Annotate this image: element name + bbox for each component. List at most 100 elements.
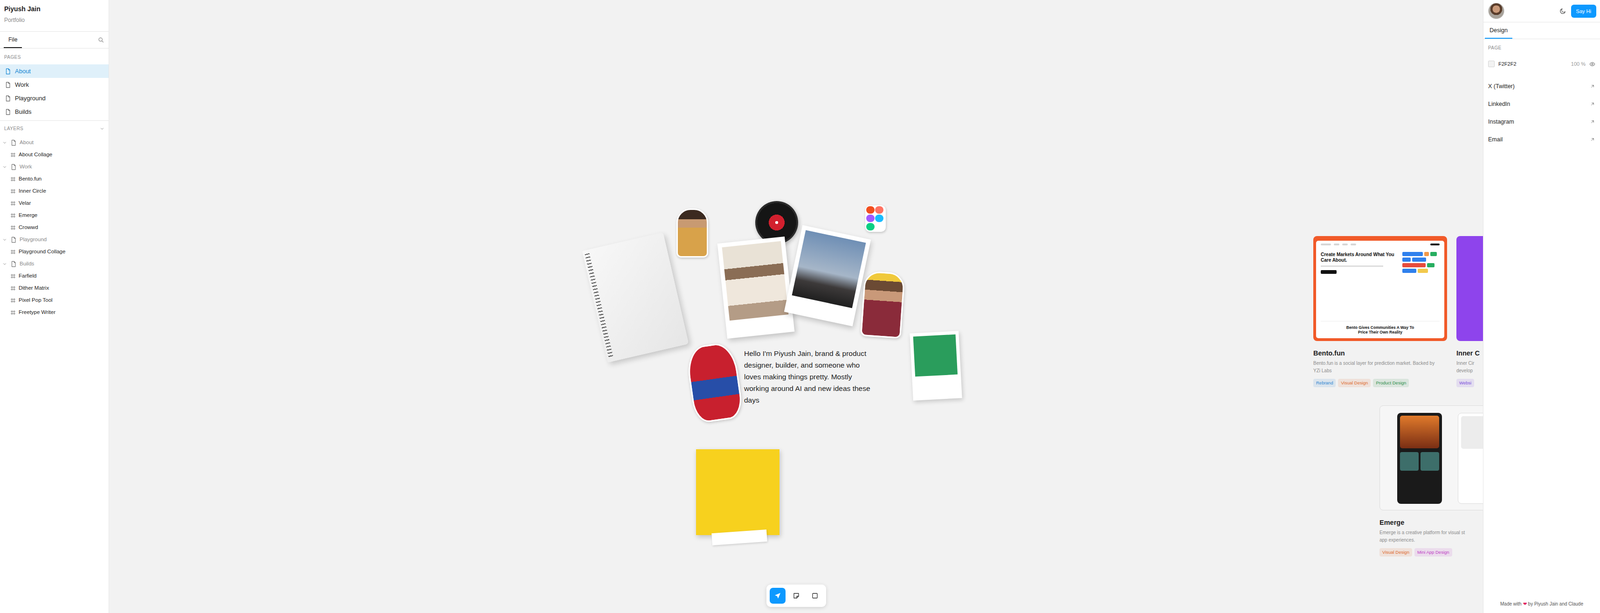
project-card[interactable]: Inner CInner CirdevelopWebsi <box>1456 235 1483 387</box>
frame-icon <box>10 151 16 158</box>
pantone-card[interactable] <box>909 330 962 400</box>
description-line: Emerge is a creative platform for visual… <box>1379 528 1483 537</box>
panel-tabs: Design <box>1483 22 1600 40</box>
layer-item[interactable]: Playground Collage <box>0 245 109 258</box>
project-card[interactable]: Create Markets Around What You Care Abou… <box>1313 235 1448 387</box>
layer-item[interactable]: Dither Matrix <box>0 282 109 295</box>
preview-nav <box>1320 243 1440 246</box>
layer-item[interactable]: Freetype Writer <box>0 306 109 319</box>
project-title[interactable]: Inner C <box>1456 348 1483 358</box>
external-arrow-icon[interactable] <box>1589 118 1596 125</box>
fill-opacity[interactable]: 100 % <box>1571 60 1586 69</box>
layer-group[interactable]: Builds <box>0 257 109 270</box>
page-item[interactable]: Work <box>0 77 109 92</box>
layer-item[interactable]: Inner Circle <box>0 185 109 198</box>
page-fill-row[interactable]: F2F2F2 100 % <box>1483 55 1600 72</box>
crown-portrait-sticker[interactable] <box>860 270 906 339</box>
top-bar: Say Hi <box>1483 0 1600 23</box>
layer-item[interactable]: Velar <box>0 197 109 210</box>
chevron-icon[interactable] <box>1 261 8 267</box>
avatar-photo[interactable] <box>1488 2 1505 20</box>
page-label: Playground <box>14 93 46 104</box>
project-thumbnail[interactable] <box>1456 235 1483 341</box>
chip <box>1430 251 1437 256</box>
link-label[interactable]: Instagram <box>1488 117 1515 127</box>
project-title[interactable]: Bento.fun <box>1313 348 1448 358</box>
project-thumbnail[interactable] <box>1379 405 1483 511</box>
project-title[interactable]: Emerge <box>1379 517 1483 527</box>
layer-item[interactable]: Bento.fun <box>0 172 109 186</box>
portrait-sticker[interactable] <box>676 208 709 258</box>
page-item[interactable]: Playground <box>0 91 109 105</box>
chevron-icon[interactable] <box>1 164 8 170</box>
frame-icon <box>10 188 16 194</box>
social-link[interactable]: Instagram <box>1483 112 1600 131</box>
external-arrow-icon[interactable] <box>1589 101 1596 107</box>
layers-header[interactable]: LAYERS <box>0 120 109 135</box>
preview-headline: Create Markets Around What You Care Abou… <box>1320 251 1399 263</box>
layer-label: About Collage <box>18 150 53 159</box>
nav-button <box>1430 243 1440 246</box>
layer-group[interactable]: Playground <box>0 233 109 246</box>
figma-sticker[interactable] <box>865 205 886 232</box>
layer-label: Emerge <box>18 211 38 220</box>
layer-item[interactable]: Emerge <box>0 209 109 222</box>
layer-item[interactable]: Crowwd <box>0 221 109 234</box>
book-cover[interactable] <box>696 448 780 535</box>
layer-group[interactable]: About <box>0 136 109 149</box>
external-arrow-icon[interactable] <box>1589 136 1596 143</box>
tool-button[interactable] <box>788 587 805 604</box>
frame-icon <box>10 285 16 291</box>
layer-item[interactable]: Farfield <box>0 269 109 283</box>
tag: Visual Design <box>1337 378 1371 387</box>
intro-text: Hello I'm Piyush Jain, brand & product d… <box>744 347 874 406</box>
layer-label: Dither Matrix <box>18 283 49 292</box>
dot <box>866 214 875 222</box>
tool-button[interactable] <box>769 587 786 604</box>
moon-icon[interactable] <box>1559 7 1567 15</box>
site-subtitle: Portfolio <box>4 15 105 25</box>
page-item[interactable]: About <box>0 64 109 78</box>
chevron-icon[interactable] <box>1 237 8 242</box>
page-icon <box>4 81 12 89</box>
tool-button[interactable] <box>806 587 823 604</box>
fill-hex[interactable]: F2F2F2 <box>1498 60 1517 69</box>
chip <box>1417 268 1428 273</box>
project-thumbnail[interactable]: Create Markets Around What You Care Abou… <box>1313 235 1448 341</box>
page-item[interactable]: Builds <box>0 104 109 119</box>
link-label[interactable]: LinkedIn <box>1488 99 1511 109</box>
page-label: About <box>14 66 31 76</box>
dot <box>866 206 875 214</box>
frame-icon <box>10 176 16 182</box>
sticky-note-icon <box>792 591 800 600</box>
search-icon[interactable] <box>97 36 104 43</box>
link-label[interactable]: Email <box>1488 135 1503 145</box>
design-canvas[interactable]: Hello I'm Piyush Jain, brand & product d… <box>109 0 1483 613</box>
layer-item[interactable]: About Collage <box>0 148 109 161</box>
layer-group[interactable]: Work <box>0 160 109 173</box>
chevron-icon[interactable] <box>99 126 105 132</box>
social-link[interactable]: LinkedIn <box>1483 95 1600 113</box>
panel-tab[interactable]: Design <box>1484 22 1513 39</box>
say-hi-button[interactable]: Say Hi <box>1571 4 1597 18</box>
card <box>1400 451 1419 471</box>
eye-icon[interactable] <box>1589 61 1596 68</box>
polaroid-photo[interactable] <box>784 224 871 326</box>
social-link[interactable]: Email <box>1483 130 1600 149</box>
sidebar-tab[interactable]: File <box>3 31 22 49</box>
link-label[interactable]: X (Twitter) <box>1488 82 1515 91</box>
nav-bar <box>1350 243 1357 246</box>
spiderman-sticker[interactable] <box>684 340 745 424</box>
description-line: Bento.fun is a social layer for predicti… <box>1313 359 1448 367</box>
color-swatch[interactable] <box>1488 60 1495 68</box>
social-link[interactable]: X (Twitter) <box>1483 77 1600 96</box>
project-card[interactable]: EmergeEmerge is a creative platform for … <box>1379 405 1483 557</box>
notebook-photo[interactable] <box>582 232 690 363</box>
external-arrow-icon[interactable] <box>1589 83 1596 90</box>
polaroid-photo[interactable] <box>717 236 795 339</box>
layer-item[interactable]: Pixel Pop Tool <box>0 294 109 307</box>
phone-screen <box>1457 412 1483 504</box>
credit-text: Made with <box>1500 600 1522 607</box>
color-swatch <box>913 334 958 377</box>
chevron-icon[interactable] <box>1 140 8 145</box>
